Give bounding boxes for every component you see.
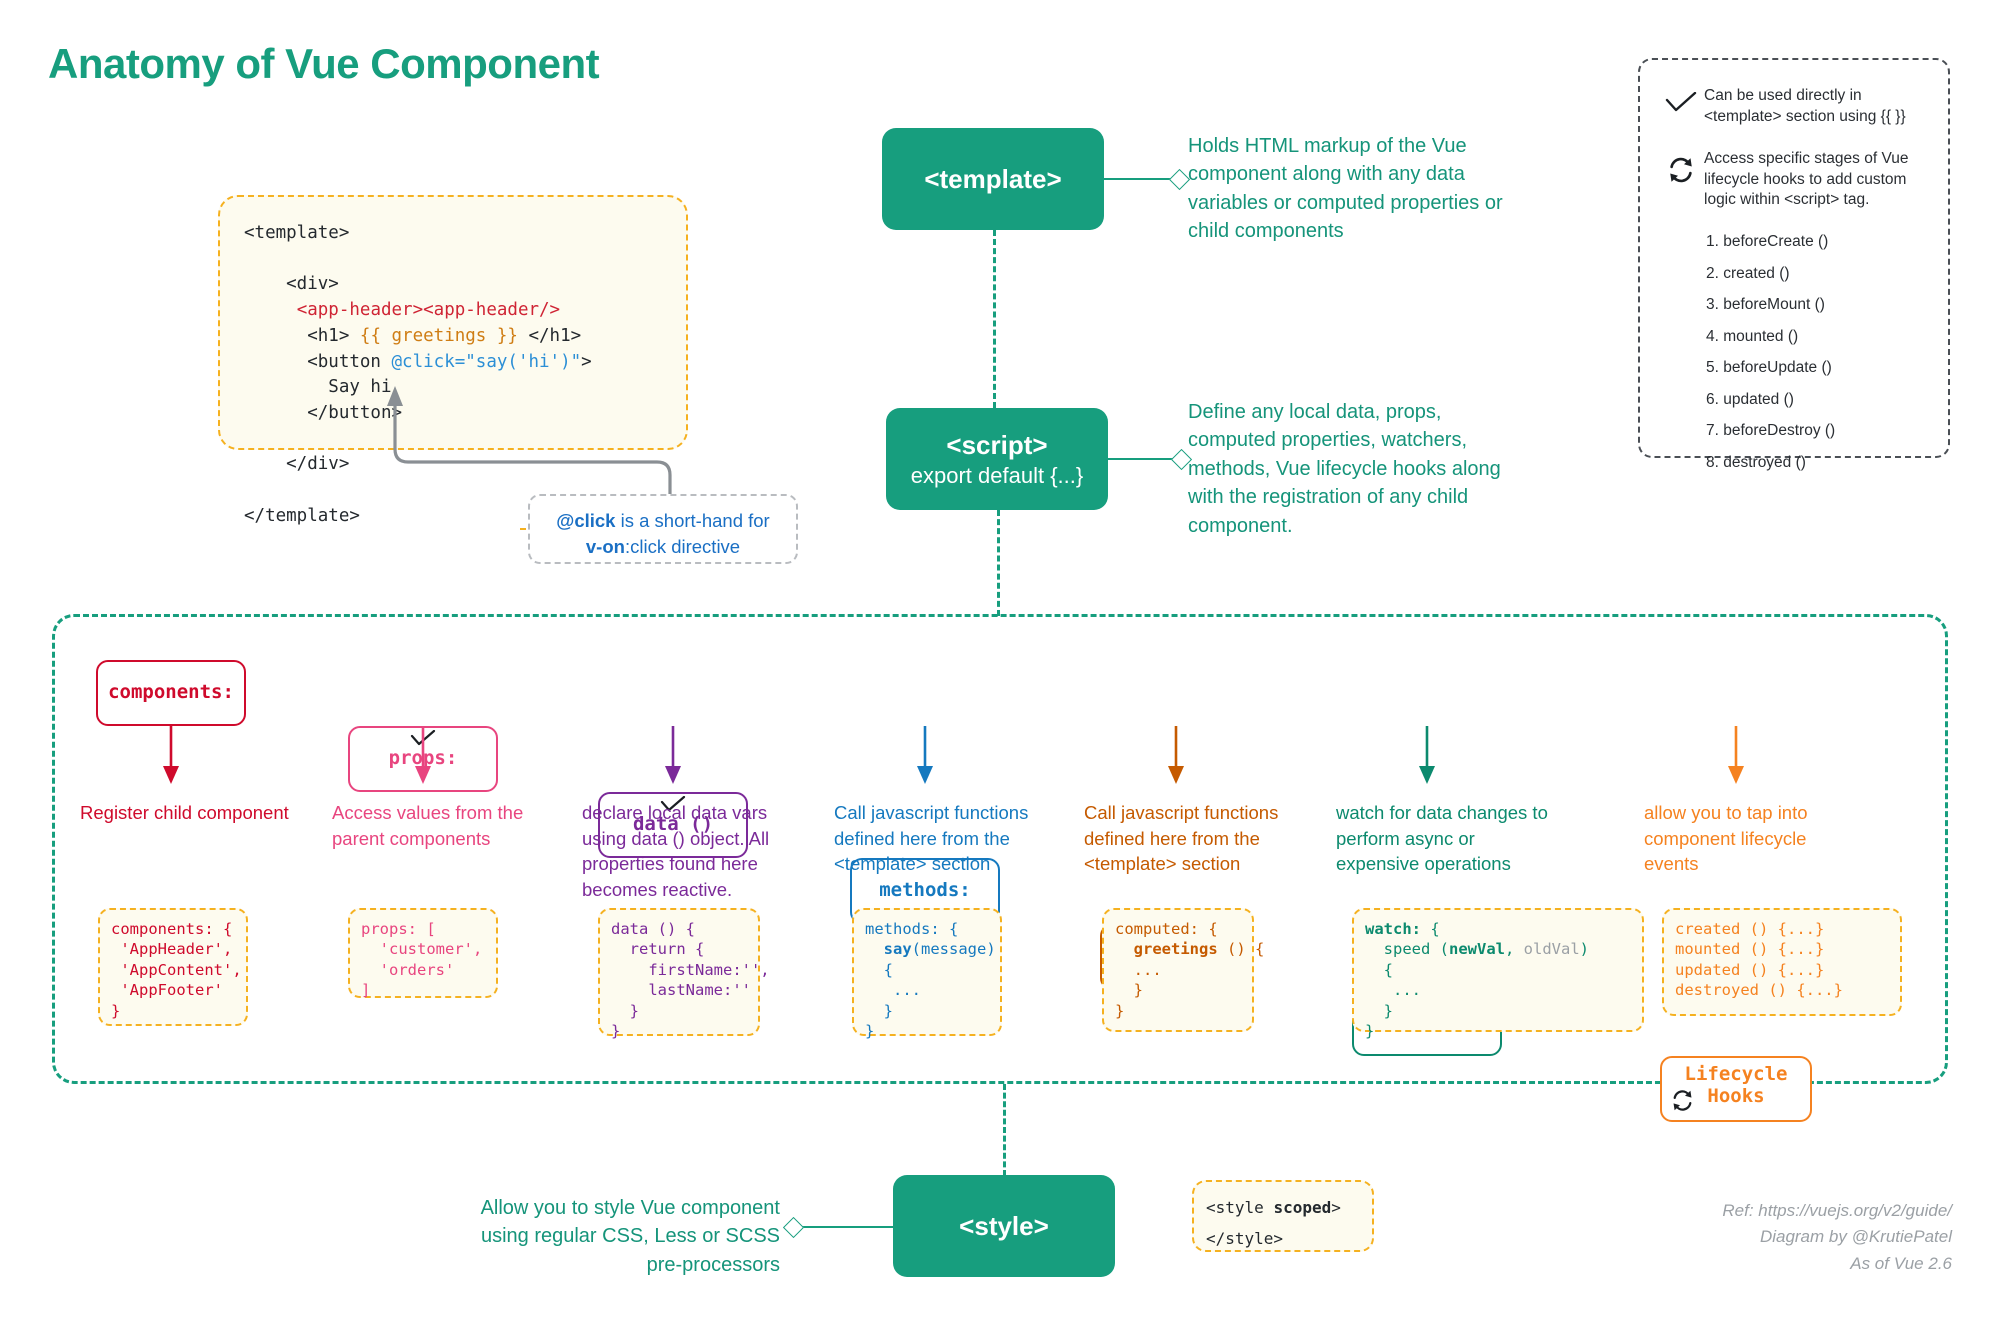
script-options-dashed-link <box>997 510 1000 616</box>
legend-cycle-text: Access specific stages of Vue lifecycle … <box>1704 150 1909 209</box>
style-tag-box[interactable]: <style> <box>893 1175 1115 1277</box>
lifecycle-hook-item: 2. created () <box>1706 264 1790 282</box>
option-label-lifecycle-hooks: Lifecycle Hooks <box>1684 1063 1788 1107</box>
legend-check-text: Can be used directly in <template> secti… <box>1704 87 1906 125</box>
footer-credit: Diagram by @KrutiePatel <box>1759 1227 1952 1247</box>
script-tag-sublabel: export default {...} <box>910 462 1084 488</box>
option-header-lifecycle-hooks[interactable]: Lifecycle Hooks <box>1660 1056 1812 1122</box>
option-header-methods[interactable]: methods: <box>850 858 1000 924</box>
lifecycle-hook-item: 6. updated () <box>1706 390 1794 408</box>
template-tag-box[interactable]: <template> <box>882 128 1104 230</box>
option-label-data: data () <box>632 813 714 836</box>
template-connector-line <box>1104 178 1176 180</box>
callout-line-1: @click is a short-hand for <box>556 510 770 531</box>
cycle-icon <box>1658 149 1704 185</box>
footer-credits: Ref: https://vuejs.org/v2/guide/ Diagram… <box>1540 1198 1952 1277</box>
lifecycle-hook-item: 1. beforeCreate () <box>1706 233 1829 251</box>
option-header-components[interactable]: components: <box>96 660 246 726</box>
option-label-methods: methods: <box>879 879 971 902</box>
check-icon <box>1658 86 1704 114</box>
legend-row-check: Can be used directly in <template> secti… <box>1658 86 1930 127</box>
options-api-container <box>52 614 1948 1084</box>
check-icon <box>660 795 686 817</box>
option-header-data[interactable]: data () <box>598 792 748 858</box>
script-connector-line <box>1108 458 1178 460</box>
script-tag-box[interactable]: <script> export default {...} <box>886 408 1108 510</box>
lifecycle-hook-item: 3. beforeMount () <box>1706 296 1825 314</box>
lifecycle-hook-item: 4. mounted () <box>1706 327 1799 345</box>
option-label-watch: watch: <box>1392 1011 1462 1034</box>
page-title: Anatomy of Vue Component <box>48 40 600 87</box>
lifecycle-hook-list: 1. beforeCreate () 2. created () 3. before… <box>1658 233 1930 472</box>
option-label-computed: computed: <box>1124 945 1228 968</box>
check-icon <box>410 729 436 751</box>
style-tag-label: <style> <box>959 1210 1049 1241</box>
legend-box: Can be used directly in <template> secti… <box>1638 58 1950 471</box>
lifecycle-hook-item: 7. beforeDestroy () <box>1706 422 1836 440</box>
option-header-watch[interactable]: watch: <box>1352 990 1502 1056</box>
template-script-dashed-link <box>993 230 996 408</box>
footer-version: As of Vue 2.6 <box>1850 1253 1952 1273</box>
click-shorthand-callout: @click is a short-hand for v-on:click di… <box>528 494 798 564</box>
style-connector-diamond <box>782 1216 805 1239</box>
check-icon <box>1163 927 1189 949</box>
callout-line-2: v-on:click directive <box>585 535 741 557</box>
style-connector-line <box>798 1226 894 1228</box>
template-connector-diamond <box>1168 168 1191 191</box>
option-header-computed[interactable]: computed: <box>1100 924 1252 990</box>
lifecycle-hook-item: 5. beforeUpdate () <box>1706 359 1832 377</box>
style-scoped-snippet-card: <style scoped> </style> <box>1192 1180 1374 1252</box>
script-tag-label: <script> <box>946 429 1048 460</box>
legend-row-cycle: Access specific stages of Vue lifecycle … <box>1658 149 1930 211</box>
lifecycle-hook-item: 8. destroyed () <box>1706 453 1806 471</box>
style-scoped-snippet-text: <style scoped> </style> <box>1206 1198 1341 1249</box>
template-description: Holds HTML markup of the Vue component a… <box>1188 135 1503 243</box>
footer-ref: Ref: https://vuejs.org/v2/guide/ <box>1722 1201 1952 1220</box>
cycle-icon <box>1670 1088 1695 1118</box>
options-style-dashed-link <box>1003 1084 1006 1176</box>
script-description: Define any local data, props, computed p… <box>1188 401 1501 537</box>
option-label-components: components: <box>108 681 234 704</box>
style-description: Allow you to style Vue component using r… <box>480 1197 780 1276</box>
template-tag-label: <template> <box>924 163 1062 194</box>
option-label-props: props: <box>388 747 458 770</box>
option-header-props[interactable]: props: <box>348 726 498 792</box>
